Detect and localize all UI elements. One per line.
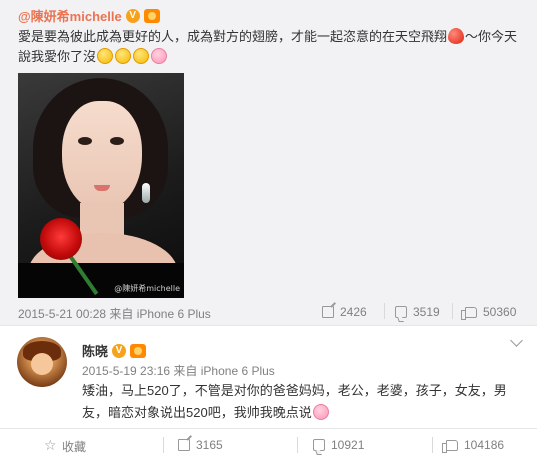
chevron-down-icon[interactable] [510,334,523,347]
avatar[interactable] [17,337,67,387]
repost-author-link[interactable]: @陳妍希michelle [18,6,122,25]
surprised-face-emoji-icon [115,48,132,64]
repost-like-count[interactable]: 50360 [461,305,517,320]
repost-photo[interactable]: @陳妍希michelle [18,73,184,298]
avatar-face [31,353,53,375]
vip-badge-icon[interactable] [143,8,160,23]
section-divider [0,325,537,326]
post-text-content: 矮油，马上520了，不管是对你的爸爸妈妈，老公，老婆，孩子，女友，男友，暗恋对象… [82,383,507,420]
comment-button[interactable]: 10921 [313,438,364,452]
comment-icon [313,439,325,451]
repost-comments-value: 3519 [413,305,440,319]
like-button[interactable]: 104186 [442,438,505,453]
action-divider [163,437,164,453]
post-author-name[interactable]: 陈晓 [82,341,108,360]
vip-badge-icon[interactable] [130,343,147,358]
action-divider [297,437,298,453]
action-divider [432,437,433,453]
thumbs-up-icon [461,306,477,320]
post-meta: 2015-5-19 23:16 来自 iPhone 6 Plus [82,362,275,379]
thumbs-up-icon [442,439,458,453]
favorite-button[interactable]: 收藏 [44,438,86,455]
repost-text-part1: 愛是要為彼此成為更好的人，成為對方的翅膀，才能一起恣意的在天空飛翔 [18,29,448,44]
repost-source: 来自 iPhone 6 Plus [109,307,211,321]
pig-face-emoji-icon [151,48,168,64]
pig-face-emoji-icon [312,404,329,420]
heart-emoji-icon [448,28,465,44]
photo-eye-right [110,137,124,145]
surprised-face-emoji-icon [97,48,114,64]
repost-likes-value: 50360 [483,305,517,319]
repost-comment-count[interactable]: 3519 [395,305,440,319]
rose-icon [40,218,82,260]
repost-text: 愛是要為彼此成為更好的人，成為對方的翅膀，才能一起恣意的在天空飛翔 ～你今天說我愛… [18,27,518,67]
repost-shares-value: 2426 [340,305,367,319]
photo-earring [142,183,150,203]
comment-icon [395,306,407,318]
reposted-weibo-card: @陳妍希michelle V 愛是要為彼此成為更好的人，成為對方的翅膀，才能一起… [0,0,537,325]
post-source: 来自 iPhone 6 Plus [173,364,275,378]
repost-timestamp[interactable]: 2015-5-21 00:28 [18,307,106,321]
repost-button[interactable]: 3165 [178,438,223,452]
post-timestamp[interactable]: 2015-5-19 23:16 [82,364,170,378]
surprised-face-emoji-icon [133,48,150,64]
photo-watermark: @陳妍希michelle [114,284,180,293]
stat-divider [384,303,385,319]
favorite-label: 收藏 [62,440,87,454]
repost-share-count[interactable]: 2426 [322,305,367,319]
repost-author-line: @陳妍希michelle V [18,6,160,25]
stat-divider [452,303,453,319]
repost-meta: 2015-5-21 00:28 来自 iPhone 6 Plus [18,305,211,322]
like-count: 104186 [464,438,505,452]
post-author-line: 陈晓 V [82,341,147,360]
verified-badge-icon[interactable]: V [125,8,140,23]
star-icon [44,438,57,454]
photo-face [62,101,142,211]
post-text: 矮油，马上520了，不管是对你的爸爸妈妈，老公，老婆，孩子，女友，男友，暗恋对象… [82,380,522,424]
photo-eye-left [78,137,92,145]
action-bar: 收藏 3165 10921 104186 [0,428,537,460]
comment-count: 10921 [331,438,365,452]
verified-badge-icon[interactable]: V [112,343,127,358]
repost-count: 3165 [196,438,223,452]
share-icon [322,306,334,318]
share-icon [178,439,190,451]
